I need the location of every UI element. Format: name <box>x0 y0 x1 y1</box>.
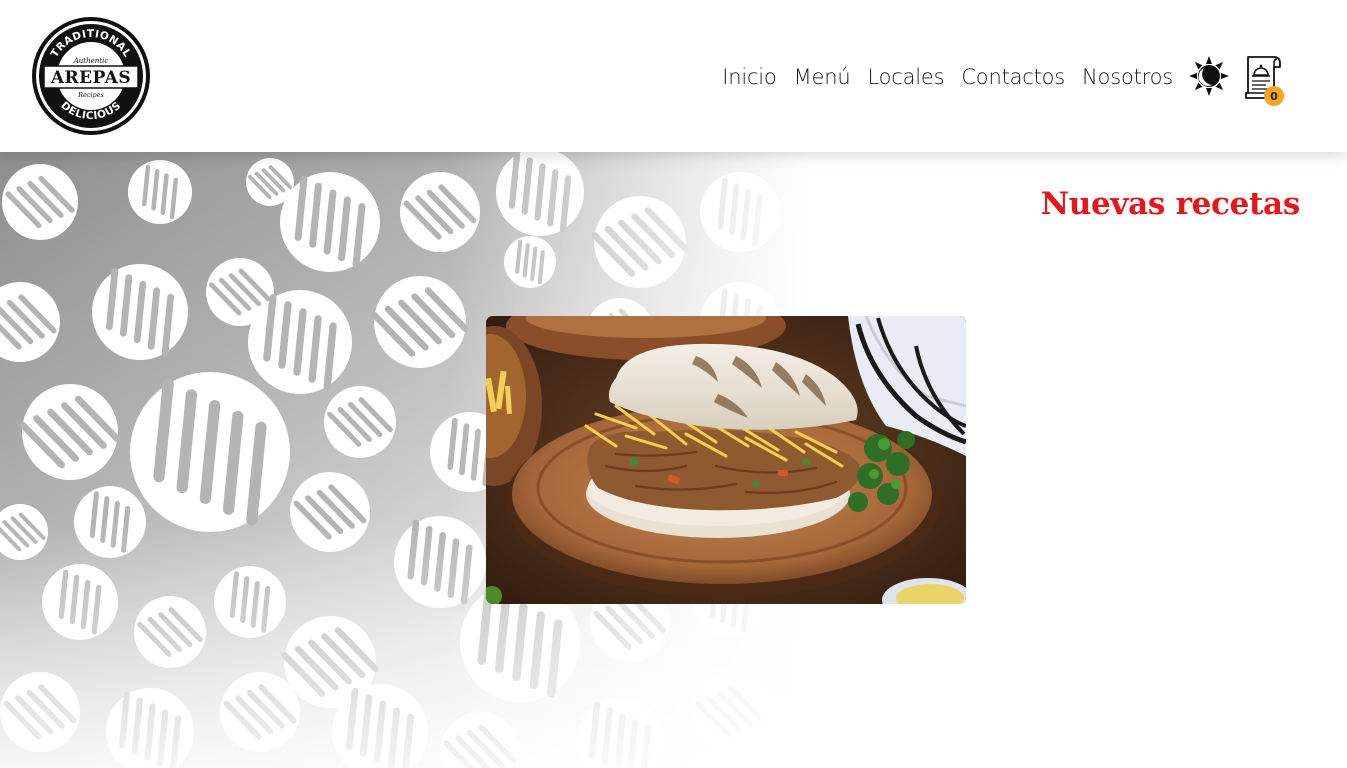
arepas-logo[interactable]: TRADITIONAL DELICIOUS Authentic AREPAS R… <box>30 15 152 137</box>
sun-moon-icon <box>1189 56 1229 96</box>
order-cart-button[interactable]: 0 <box>1242 53 1286 107</box>
cart-count-badge: 0 <box>1264 86 1284 106</box>
arepa-photo <box>486 316 966 604</box>
svg-text:Authentic: Authentic <box>73 57 109 65</box>
nav-link-inicio[interactable]: Inicio <box>722 65 777 89</box>
site-header: TRADITIONAL DELICIOUS Authentic AREPAS R… <box>0 0 1347 152</box>
nav-link-menu[interactable]: Menú <box>794 65 851 89</box>
theme-toggle-button[interactable] <box>1187 54 1231 98</box>
featured-recipe-image[interactable] <box>486 316 966 604</box>
nav-link-locales[interactable]: Locales <box>867 65 944 89</box>
svg-text:AREPAS: AREPAS <box>50 68 131 88</box>
nav-link-nosotros[interactable]: Nosotros <box>1082 65 1173 89</box>
main-nav: Inicio Menú Locales Contactos Nosotros <box>705 60 1173 94</box>
svg-text:Recipes: Recipes <box>77 91 104 99</box>
section-title: Nuevas recetas <box>1040 186 1301 222</box>
nav-link-contactos[interactable]: Contactos <box>961 65 1065 89</box>
